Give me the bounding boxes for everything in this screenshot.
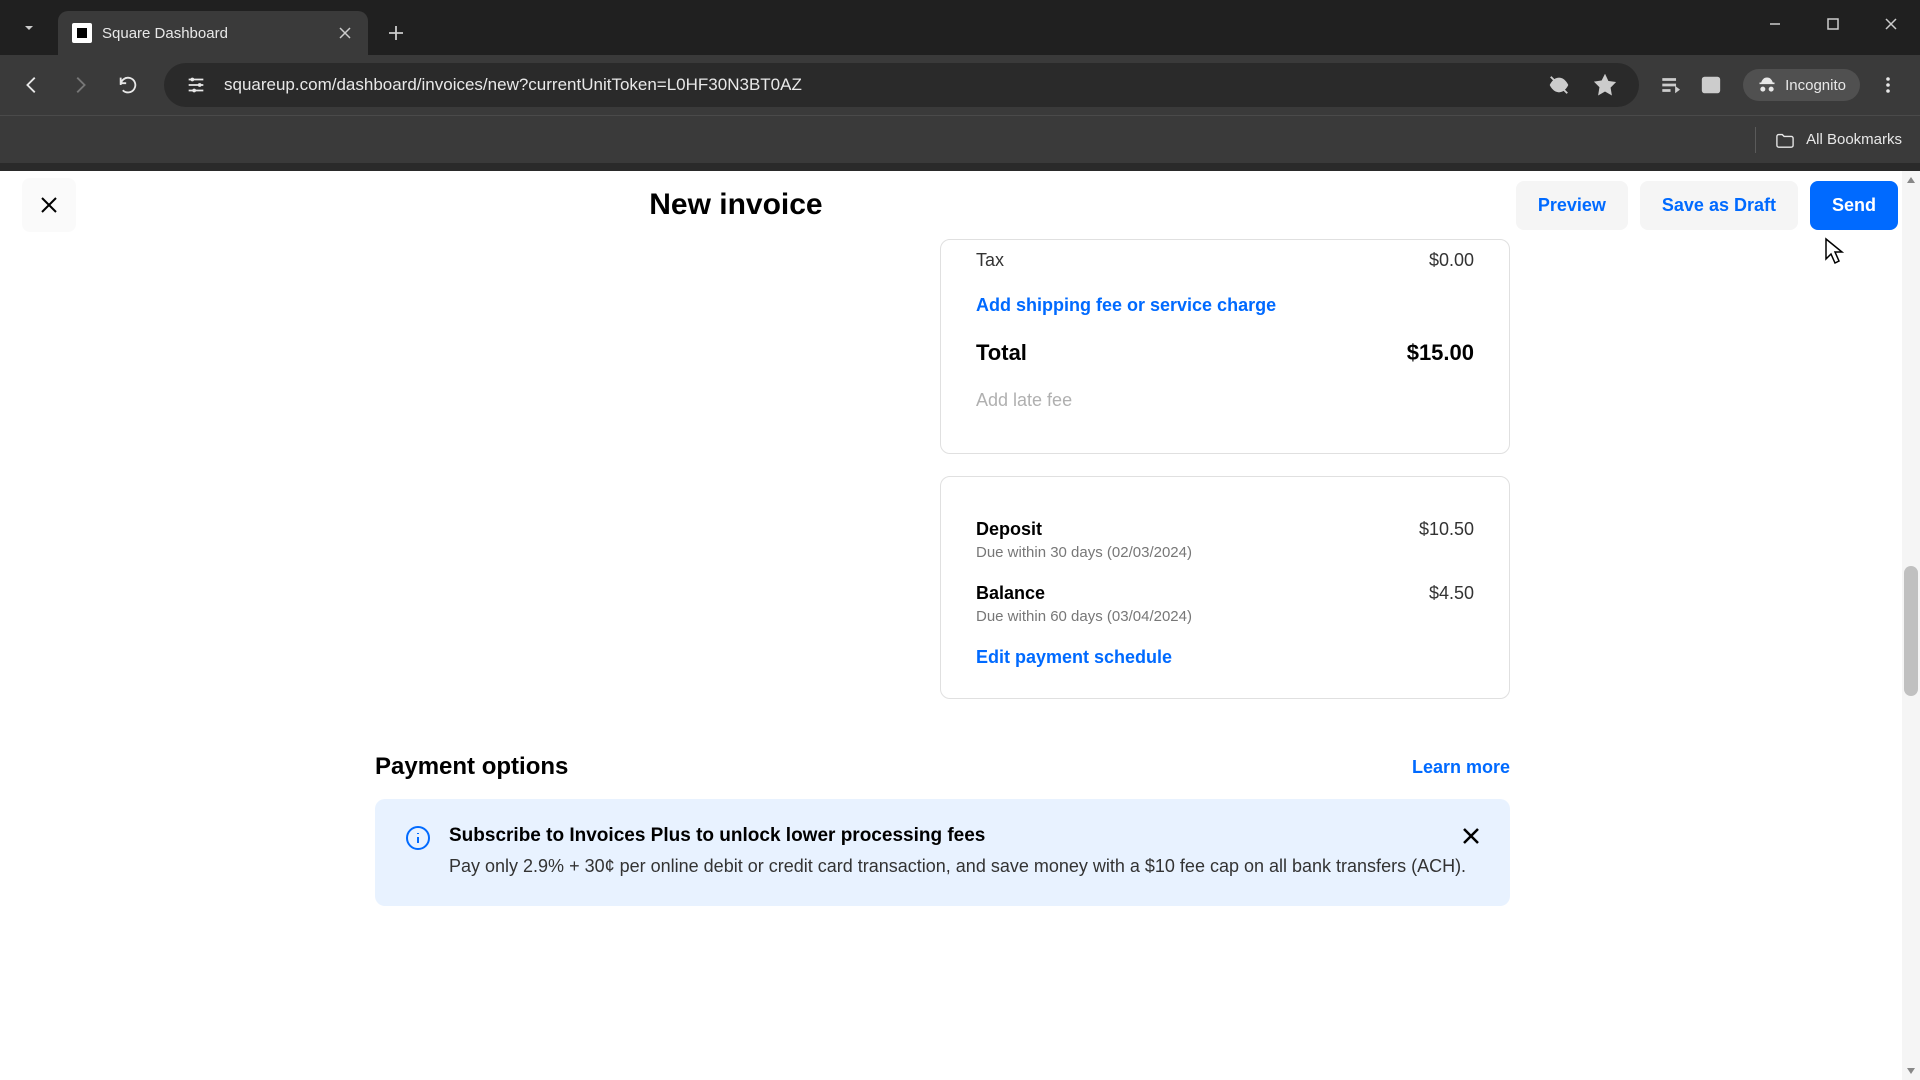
add-late-fee-link[interactable]: Add late fee — [976, 390, 1072, 410]
total-value: $15.00 — [1407, 340, 1474, 366]
incognito-label: Incognito — [1785, 77, 1846, 94]
send-button[interactable]: Send — [1810, 181, 1898, 230]
deposit-item: Deposit $10.50 Due within 30 days (02/03… — [976, 519, 1474, 561]
bookmarks-bar: All Bookmarks — [0, 115, 1920, 163]
payment-options-header: Payment options Learn more — [375, 721, 1510, 799]
url-text: squareup.com/dashboard/invoices/new?curr… — [224, 75, 1529, 95]
incognito-badge[interactable]: Incognito — [1743, 69, 1860, 101]
browser-tab[interactable]: Square Dashboard — [58, 11, 368, 55]
privacy-icon[interactable] — [1543, 69, 1575, 101]
preview-button[interactable]: Preview — [1516, 181, 1628, 230]
back-button[interactable] — [12, 65, 52, 105]
promo-title: Subscribe to Invoices Plus to unlock low… — [449, 825, 1480, 847]
add-shipping-link[interactable]: Add shipping fee or service charge — [976, 295, 1276, 315]
learn-more-link[interactable]: Learn more — [1412, 757, 1510, 778]
tax-value: $0.00 — [1429, 250, 1474, 271]
promo-content: Subscribe to Invoices Plus to unlock low… — [449, 825, 1480, 880]
scroll-up-arrow[interactable] — [1902, 171, 1920, 189]
forward-button[interactable] — [60, 65, 100, 105]
deposit-due: Due within 30 days (02/03/2024) — [976, 544, 1474, 561]
tax-row: Tax $0.00 — [976, 240, 1474, 281]
balance-label: Balance — [976, 583, 1045, 604]
payment-schedule-card: Deposit $10.50 Due within 30 days (02/03… — [940, 476, 1510, 699]
side-panel-icon[interactable] — [1695, 69, 1727, 101]
tax-label: Tax — [976, 250, 1004, 271]
reload-button[interactable] — [108, 65, 148, 105]
page-title: New invoice — [0, 188, 1516, 222]
total-row: Total $15.00 — [976, 330, 1474, 376]
media-control-icon[interactable] — [1655, 69, 1687, 101]
content-area[interactable]: Tax $0.00 Add shipping fee or service ch… — [0, 239, 1902, 1080]
divider — [1755, 127, 1756, 153]
close-window-button[interactable] — [1862, 0, 1920, 48]
page-header: New invoice Preview Save as Draft Send — [0, 171, 1920, 239]
minimize-button[interactable] — [1746, 0, 1804, 48]
promo-text: Pay only 2.9% + 30¢ per online debit or … — [449, 853, 1480, 880]
invoice-summary-card: Tax $0.00 Add shipping fee or service ch… — [940, 239, 1510, 454]
tab-favicon — [72, 23, 92, 43]
scroll-down-arrow[interactable] — [1902, 1062, 1920, 1080]
scrollbar[interactable] — [1902, 171, 1920, 1080]
save-draft-button[interactable]: Save as Draft — [1640, 181, 1798, 230]
page-content: New invoice Preview Save as Draft Send T… — [0, 171, 1920, 1080]
tab-bar: Square Dashboard — [0, 0, 1920, 55]
add-late-fee-row: Add late fee — [976, 376, 1474, 425]
all-bookmarks-label: All Bookmarks — [1806, 131, 1902, 148]
tab-search-button[interactable] — [8, 7, 50, 49]
new-tab-button[interactable] — [378, 15, 414, 51]
url-input[interactable]: squareup.com/dashboard/invoices/new?curr… — [164, 63, 1639, 107]
tab-close-button[interactable] — [336, 24, 354, 42]
deposit-label: Deposit — [976, 519, 1042, 540]
tab-title: Square Dashboard — [102, 25, 326, 42]
url-bar: squareup.com/dashboard/invoices/new?curr… — [0, 55, 1920, 115]
all-bookmarks-button[interactable]: All Bookmarks — [1774, 131, 1902, 149]
balance-due: Due within 60 days (03/04/2024) — [976, 608, 1474, 625]
maximize-button[interactable] — [1804, 0, 1862, 48]
add-shipping-row: Add shipping fee or service charge — [976, 281, 1474, 330]
balance-amount: $4.50 — [1429, 583, 1474, 604]
deposit-amount: $10.50 — [1419, 519, 1474, 540]
total-label: Total — [976, 340, 1027, 366]
bookmark-star-icon[interactable] — [1589, 69, 1621, 101]
site-settings-icon[interactable] — [182, 71, 210, 99]
header-actions: Preview Save as Draft Send — [1516, 181, 1898, 230]
edit-schedule-link[interactable]: Edit payment schedule — [976, 647, 1172, 667]
payment-options-title: Payment options — [375, 753, 568, 781]
info-icon — [405, 825, 431, 851]
promo-banner: Subscribe to Invoices Plus to unlock low… — [375, 799, 1510, 906]
browser-menu-button[interactable] — [1868, 65, 1908, 105]
window-controls — [1746, 0, 1920, 48]
browser-chrome: Square Dashboard squareup.com/dashboard/… — [0, 0, 1920, 171]
balance-item: Balance $4.50 Due within 60 days (03/04/… — [976, 583, 1474, 625]
promo-close-button[interactable] — [1460, 825, 1484, 849]
scrollbar-thumb[interactable] — [1904, 566, 1918, 696]
